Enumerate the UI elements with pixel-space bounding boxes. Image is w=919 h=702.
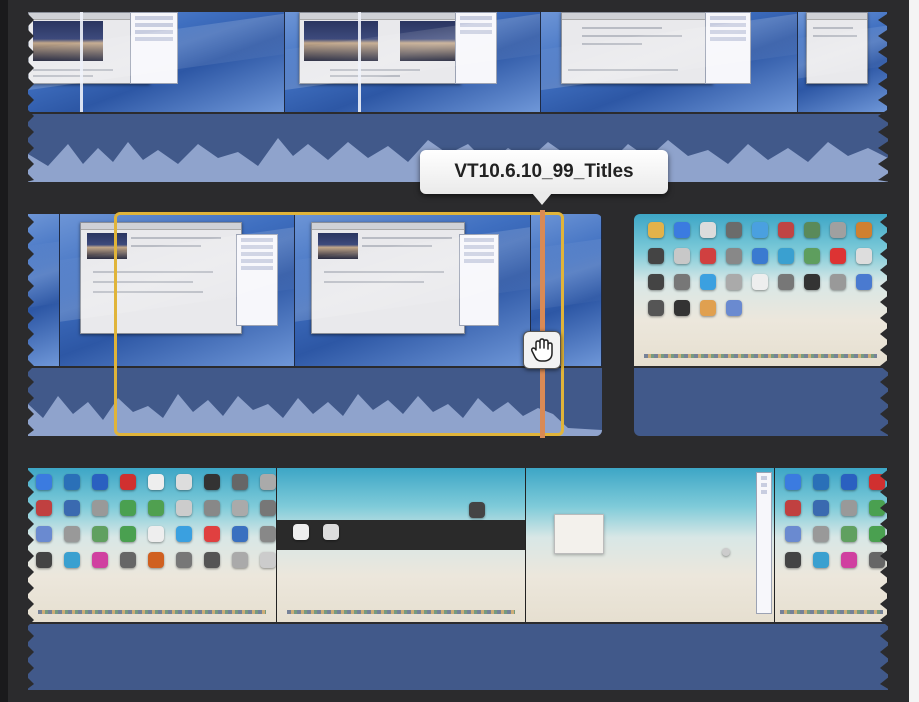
video-thumbnail [775, 468, 888, 622]
timeline-clip-desktop[interactable] [634, 214, 888, 436]
icon-grid [785, 474, 886, 568]
dock [779, 610, 883, 614]
torn-edge-left [26, 214, 34, 436]
video-thumbnails [28, 468, 888, 622]
torn-edge-left [26, 12, 34, 182]
torn-edge-left [26, 468, 34, 690]
dock [37, 610, 267, 614]
torn-edge-right [880, 468, 890, 690]
audio-track [634, 368, 888, 436]
icon-grid [648, 222, 872, 316]
scrubber-line [80, 12, 83, 112]
video-thumbnail [634, 214, 888, 366]
video-thumbnail [284, 12, 542, 112]
clip-selection-outline[interactable] [114, 212, 564, 436]
video-thumbnail [28, 12, 285, 112]
dark-overlay-bar [277, 520, 526, 550]
clip-name-tooltip: VT10.6.10_99_Titles [420, 150, 668, 194]
dock [644, 354, 877, 358]
video-thumbnails [634, 214, 888, 366]
video-thumbnail [541, 12, 798, 112]
clip-name-label: VT10.6.10_99_Titles [454, 161, 634, 182]
video-thumbnail [526, 468, 776, 622]
grab-hand-cursor-icon [523, 331, 561, 369]
playhead-icon[interactable] [540, 210, 545, 438]
scrubber-line [358, 12, 361, 112]
video-thumbnail [797, 12, 888, 112]
timeline-clip-row3[interactable] [28, 468, 888, 690]
video-thumbnail [28, 468, 278, 622]
hand-icon [530, 338, 553, 362]
video-thumbnail [277, 468, 527, 622]
dialog-window [554, 514, 605, 554]
video-thumbnails [28, 12, 888, 112]
tooltip-pointer [532, 193, 552, 205]
audio-track [28, 624, 888, 690]
torn-edge-right [880, 214, 890, 436]
icon-grid [36, 474, 276, 568]
dock [287, 610, 516, 614]
